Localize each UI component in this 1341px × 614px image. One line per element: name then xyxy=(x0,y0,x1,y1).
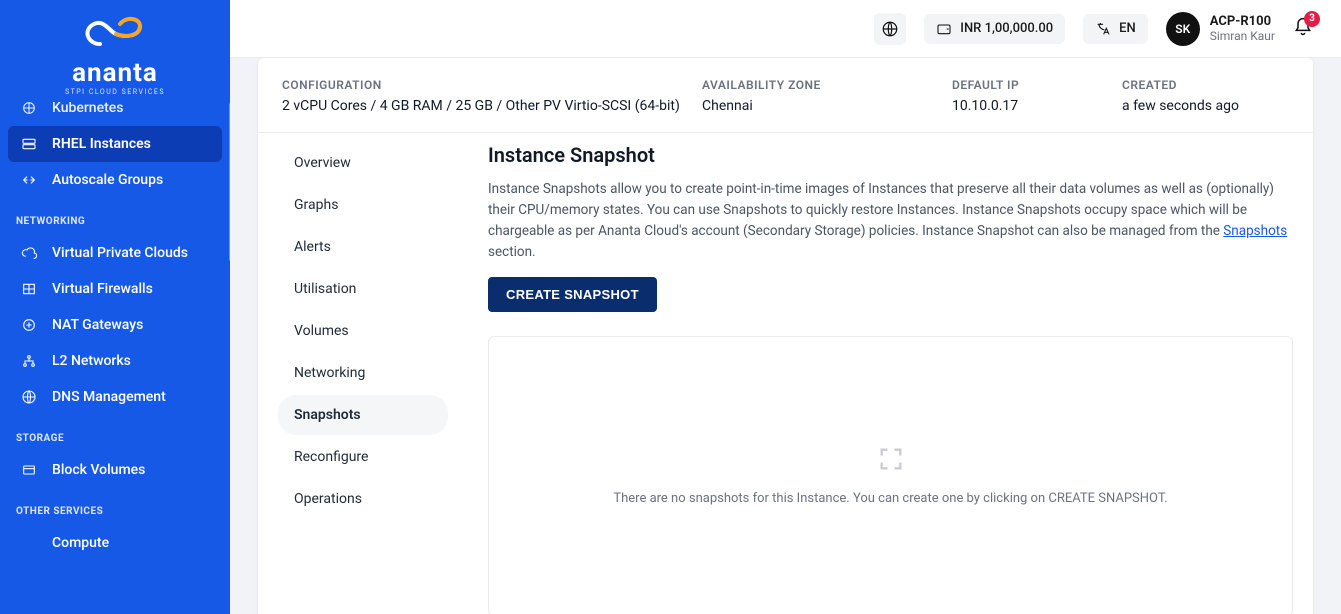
sidebar-item-block-volumes[interactable]: Block Volumes xyxy=(8,452,222,488)
summary-availability-zone: AVAILABILITY ZONE Chennai xyxy=(702,78,952,114)
summary-label: DEFAULT IP xyxy=(952,78,1122,92)
sidebar-item-rhel-instances[interactable]: RHEL Instances xyxy=(8,126,222,162)
sidebar-item-label: Kubernetes xyxy=(52,102,123,116)
sidebar-item-label: NAT Gateways xyxy=(52,317,143,333)
content-scroll[interactable]: CONFIGURATION 2 vCPU Cores / 4 GB RAM / … xyxy=(230,58,1341,614)
sidebar-item-label: Autoscale Groups xyxy=(52,172,163,188)
topbar: INR 1,00,000.00 EN SK ACP-R100 Simran Ka… xyxy=(230,0,1341,58)
instance-details-card: CONFIGURATION 2 vCPU Cores / 4 GB RAM / … xyxy=(258,58,1313,614)
sidebar-item-label: L2 Networks xyxy=(52,353,131,369)
summary-default-ip: DEFAULT IP 10.10.0.17 xyxy=(952,78,1122,114)
firewall-icon xyxy=(20,281,38,297)
language-value: EN xyxy=(1119,21,1136,36)
sidebar-item-kubernetes[interactable]: Kubernetes xyxy=(8,102,222,126)
tab-networking[interactable]: Networking xyxy=(278,353,448,393)
sidebar-item-label: Virtual Private Clouds xyxy=(52,245,188,261)
kubernetes-icon xyxy=(20,102,38,116)
brand-name: ananta xyxy=(0,58,230,88)
tab-operations[interactable]: Operations xyxy=(278,479,448,519)
volume-icon xyxy=(20,462,38,478)
sidebar-scroll[interactable]: Kubernetes RHEL Instances Autoscale Grou… xyxy=(0,102,230,614)
tab-reconfigure[interactable]: Reconfigure xyxy=(278,437,448,477)
sidebar-item-dns-management[interactable]: DNS Management xyxy=(8,379,222,415)
sidebar-item-nat-gateways[interactable]: NAT Gateways xyxy=(8,307,222,343)
main-column: INR 1,00,000.00 EN SK ACP-R100 Simran Ka… xyxy=(230,0,1341,614)
tab-overview[interactable]: Overview xyxy=(278,143,448,183)
avatar: SK xyxy=(1166,12,1200,46)
summary-label: AVAILABILITY ZONE xyxy=(702,78,952,92)
sidebar-item-autoscale-groups[interactable]: Autoscale Groups xyxy=(8,162,222,198)
user-menu[interactable]: SK ACP-R100 Simran Kaur xyxy=(1166,12,1275,46)
sidebar-item-label: Compute xyxy=(52,535,109,551)
tab-utilisation[interactable]: Utilisation xyxy=(278,269,448,309)
panel-desc-text-after: section. xyxy=(488,244,536,260)
panel-desc-text-before: Instance Snapshots allow you to create p… xyxy=(488,181,1274,239)
sidebar-item-vpc[interactable]: Virtual Private Clouds xyxy=(8,235,222,271)
language-selector[interactable]: EN xyxy=(1083,14,1148,44)
notifications-button[interactable]: 3 xyxy=(1293,17,1313,41)
user-meta: ACP-R100 Simran Kaur xyxy=(1210,14,1275,43)
sidebar-heading-storage: STORAGE xyxy=(8,415,222,452)
cloud-icon xyxy=(20,245,38,261)
notification-badge: 3 xyxy=(1304,11,1320,27)
summary-created: CREATED a few seconds ago xyxy=(1122,78,1289,114)
globe-icon xyxy=(20,389,38,405)
snapshots-empty-state: There are no snapshots for this Instance… xyxy=(488,336,1293,614)
summary-value: Chennai xyxy=(702,98,952,114)
tab-volumes[interactable]: Volumes xyxy=(278,311,448,351)
nat-icon xyxy=(20,317,38,333)
brand-block: ananta STPI CLOUD SERVICES xyxy=(0,0,230,102)
sidebar-heading-networking: NETWORKING xyxy=(8,198,222,235)
tab-content: Instance Snapshot Instance Snapshots all… xyxy=(488,143,1293,614)
balance-value: INR 1,00,000.00 xyxy=(960,21,1053,36)
summary-label: CONFIGURATION xyxy=(282,78,702,92)
empty-message: There are no snapshots for this Instance… xyxy=(613,491,1167,506)
sidebar-item-l2-networks[interactable]: L2 Networks xyxy=(8,343,222,379)
region-selector[interactable] xyxy=(874,13,906,45)
tab-graphs[interactable]: Graphs xyxy=(278,185,448,225)
user-code: ACP-R100 xyxy=(1210,14,1275,29)
sidebar-item-virtual-firewalls[interactable]: Virtual Firewalls xyxy=(8,271,222,307)
summary-configuration: CONFIGURATION 2 vCPU Cores / 4 GB RAM / … xyxy=(282,78,702,114)
sidebar-item-label: Virtual Firewalls xyxy=(52,281,153,297)
translate-icon xyxy=(1095,21,1111,37)
balance-chip[interactable]: INR 1,00,000.00 xyxy=(924,14,1065,44)
autoscale-icon xyxy=(20,172,38,188)
fullscreen-icon xyxy=(877,445,905,473)
sidebar: ananta STPI CLOUD SERVICES Kubernetes RH… xyxy=(0,0,230,614)
wallet-icon xyxy=(936,21,952,37)
panel-description: Instance Snapshots allow you to create p… xyxy=(488,179,1293,263)
server-icon xyxy=(20,136,38,152)
user-name: Simran Kaur xyxy=(1210,29,1275,43)
tab-alerts[interactable]: Alerts xyxy=(278,227,448,267)
sidebar-item-compute[interactable]: Compute xyxy=(8,525,222,561)
sidebar-item-label: Block Volumes xyxy=(52,462,145,478)
panel-title: Instance Snapshot xyxy=(488,143,1293,167)
summary-value: 2 vCPU Cores / 4 GB RAM / 25 GB / Other … xyxy=(282,98,702,114)
brand-tagline: STPI CLOUD SERVICES xyxy=(0,88,230,96)
create-snapshot-button[interactable]: CREATE SNAPSHOT xyxy=(488,277,657,312)
tab-rail: Overview Graphs Alerts Utilisation Volum… xyxy=(278,143,448,614)
snapshots-link[interactable]: Snapshots xyxy=(1223,223,1287,239)
summary-label: CREATED xyxy=(1122,78,1289,92)
brand-logo-icon xyxy=(0,0,230,60)
summary-value: a few seconds ago xyxy=(1122,98,1289,114)
summary-value: 10.10.0.17 xyxy=(952,98,1122,114)
sidebar-item-label: DNS Management xyxy=(52,389,166,405)
sidebar-heading-other: OTHER SERVICES xyxy=(8,488,222,525)
sidebar-item-label: RHEL Instances xyxy=(52,136,151,152)
network-icon xyxy=(20,353,38,369)
tab-snapshots[interactable]: Snapshots xyxy=(278,395,448,435)
summary-row: CONFIGURATION 2 vCPU Cores / 4 GB RAM / … xyxy=(258,68,1313,133)
